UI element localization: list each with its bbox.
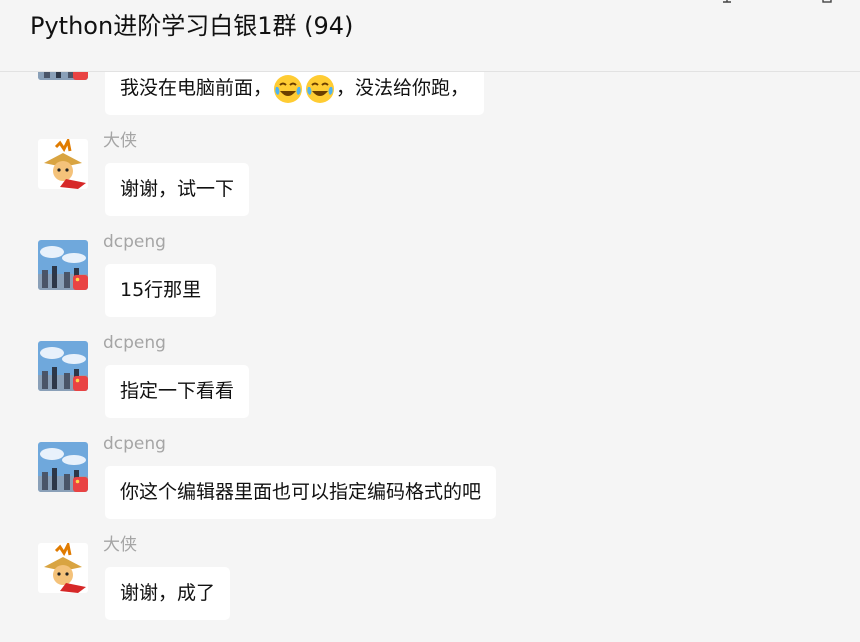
message-bubble[interactable]: 我没在电脑前面， ，没法给你跑， [105,72,485,115]
message-bubble[interactable]: 你这个编辑器里面也可以指定编码格式的吧 [105,466,497,519]
avatar[interactable] [38,543,88,593]
sender-name: dcpeng [103,434,166,454]
message-list[interactable]: 我没在电脑前面， ，没法给你跑， 大侠 谢谢，试一下 dcpeng 15行那里 … [0,72,860,642]
message-bubble[interactable]: 谢谢，试一下 [105,163,250,216]
chat-header: Python进阶学习白银1群 (94) [0,0,860,72]
message-text: ，没法给你跑， [336,77,470,99]
sender-name: dcpeng [103,333,166,353]
message-text: 你这个编辑器里面也可以指定编码格式的吧 [120,481,482,503]
message-text: 指定一下看看 [120,380,235,402]
message-text: 谢谢，试一下 [120,178,235,200]
message-bubble[interactable]: 15行那里 [105,264,217,317]
sender-name: dcpeng [103,232,166,252]
avatar[interactable] [38,240,88,290]
cartoon-character-avatar-image [38,139,88,189]
cartoon-character-avatar-image [38,543,88,593]
tears-of-joy-emoji-icon [274,74,303,103]
chat-title[interactable]: Python进阶学习白银1群 (94) [30,8,353,44]
sender-name: 大侠 [103,535,137,555]
avatar[interactable] [38,341,88,391]
flag-badge-icon [73,275,88,290]
tears-of-joy-emoji-icon [306,74,335,103]
flag-badge-icon [73,376,88,391]
message-text: 谢谢，成了 [120,582,216,604]
avatar[interactable] [38,442,88,492]
avatar[interactable] [38,72,88,80]
message-text: 我没在电脑前面， [120,77,273,99]
message-bubble[interactable]: 谢谢，成了 [105,567,231,620]
window-restore-icon[interactable] [820,0,834,6]
pin-icon[interactable] [720,0,734,6]
avatar[interactable] [38,139,88,189]
flag-badge-icon [73,72,88,80]
message-bubble[interactable]: 指定一下看看 [105,365,250,418]
message-text: 15行那里 [120,279,202,301]
sender-name: 大侠 [103,131,137,151]
flag-badge-icon [73,477,88,492]
